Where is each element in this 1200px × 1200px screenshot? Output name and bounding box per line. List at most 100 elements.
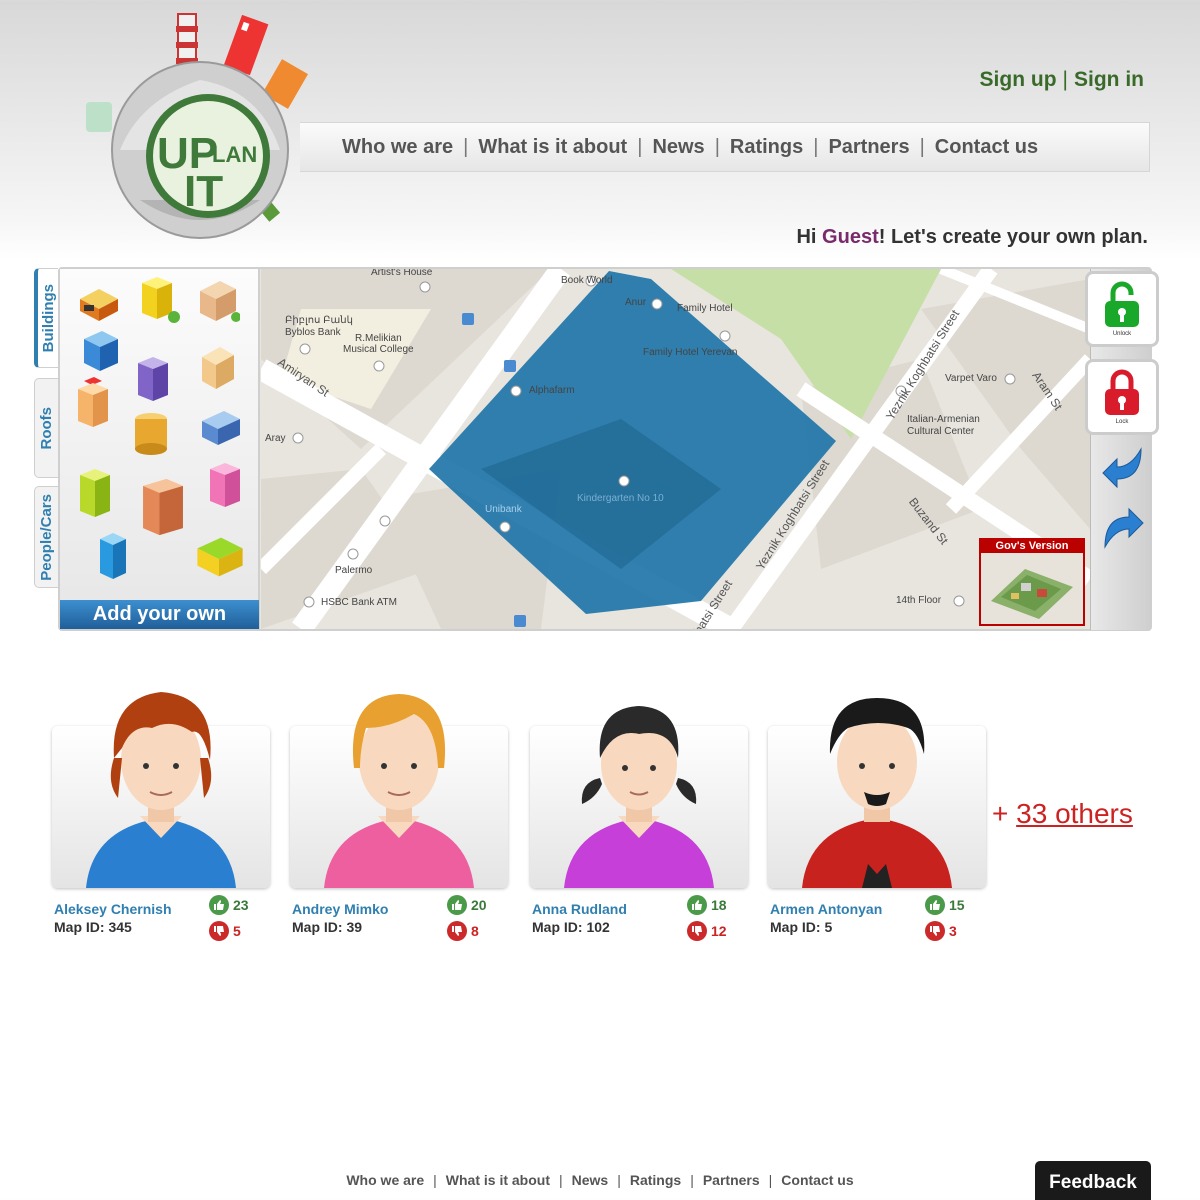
others-count[interactable]: 33 others [1016, 798, 1133, 829]
purple-tower-icon[interactable] [130, 353, 176, 405]
avatar-male-red-hair-icon [86, 692, 236, 888]
feedback-button[interactable]: Feedback [1035, 1161, 1151, 1200]
thumbs-up-icon [447, 895, 467, 915]
red-roof-tower-icon[interactable] [70, 377, 116, 429]
tab-roofs[interactable]: Roofs [34, 378, 58, 478]
user-avatar[interactable] [530, 706, 748, 888]
footer-link-news[interactable]: News | [572, 1172, 630, 1188]
logo-text-lan: LAN [212, 142, 257, 167]
map-label-book-world: Book World [561, 275, 613, 286]
others-link[interactable]: + 33 others [992, 798, 1133, 830]
map-label-musical-college: Musical College [343, 344, 414, 355]
likes-count[interactable]: 15 [925, 895, 965, 915]
yellow-office-icon[interactable] [134, 273, 180, 325]
lock-button[interactable]: Lock [1085, 359, 1159, 435]
beige-house-icon[interactable] [194, 275, 240, 327]
dislikes-count[interactable]: 12 [687, 921, 727, 941]
nav-item-what-is-it-about[interactable]: What is it about | [478, 136, 652, 159]
map-label-palermo: Palermo [335, 565, 373, 576]
likes-count[interactable]: 18 [687, 895, 727, 915]
user-name[interactable]: Aleksey Chernish [54, 901, 172, 917]
map-canvas [261, 269, 1090, 629]
guest-name: Guest [822, 226, 879, 248]
avatar-male-blond-hair-icon [324, 694, 474, 888]
dislikes-count[interactable]: 8 [447, 921, 479, 941]
user-avatar[interactable] [768, 698, 986, 888]
user-name[interactable]: Armen Antonyan [770, 901, 882, 917]
map-label-family-hotel-yerevan: Family Hotel Yerevan [643, 347, 738, 358]
sign-in-link[interactable]: Sign in [1074, 68, 1144, 91]
footer-link-contact-us[interactable]: Contact us [781, 1172, 853, 1188]
footer-link-ratings[interactable]: Ratings | [630, 1172, 703, 1188]
tab-people-cars[interactable]: People/Cars [34, 486, 58, 588]
map-label-cultural-center: Cultural Center [907, 426, 975, 437]
unlock-button[interactable]: Unlock [1085, 271, 1159, 347]
sign-up-link[interactable]: Sign up [980, 68, 1057, 91]
pink-tower-icon[interactable] [202, 459, 248, 511]
green-tower-icon[interactable] [72, 467, 118, 519]
map-label-hsbc: HSBC Bank ATM [321, 597, 397, 608]
footer-link-who-we-are[interactable]: Who we are | [346, 1172, 445, 1188]
map-label-family-hotel: Family Hotel [677, 303, 733, 314]
dislikes-count[interactable]: 5 [209, 921, 241, 941]
nav-item-partners[interactable]: Partners | [828, 136, 934, 159]
map-label-unibank: Unibank [485, 504, 522, 515]
auth-separator: | [1062, 68, 1068, 91]
greeting: Hi Guest! Let's create your own plan. [796, 226, 1148, 248]
map-label-artists-house: Artist's House [371, 269, 433, 278]
city-map[interactable]: Artist's House Book World Anur Family Ho… [261, 269, 1090, 629]
blue-tower-icon[interactable] [78, 325, 124, 377]
user-card[interactable]: Anna Rudland Map ID: 102 18 12 [530, 688, 748, 958]
main-nav: Who we are | What is it about | News | Rati… [300, 122, 1150, 172]
user-card[interactable]: Andrey Mimko Map ID: 39 20 8 [290, 688, 508, 958]
redo-arrow-icon[interactable] [1101, 507, 1145, 551]
nav-item-ratings[interactable]: Ratings | [730, 136, 829, 159]
building-palette [60, 269, 260, 629]
thumbs-down-icon [447, 921, 467, 941]
gov-version-thumbnail[interactable]: Gov's Version [979, 538, 1085, 626]
blue-office-icon[interactable] [198, 401, 244, 453]
nav-item-news[interactable]: News | [652, 136, 729, 159]
map-label-aray: Aray [265, 433, 286, 444]
map-label-byblos: Byblos Bank [285, 327, 341, 338]
user-name[interactable]: Anna Rudland [532, 901, 627, 917]
tab-buildings[interactable]: Buildings [34, 268, 58, 368]
footer-link-what-is-it-about[interactable]: What is it about | [446, 1172, 572, 1188]
footer-link-partners[interactable]: Partners | [703, 1172, 781, 1188]
map-label-varpet-varo: Varpet Varo [945, 373, 997, 384]
map-label-14th-floor: 14th Floor [896, 595, 942, 606]
map-controls: Unlock Lock [1085, 269, 1159, 630]
likes-count[interactable]: 23 [209, 895, 249, 915]
shop-building-icon[interactable] [192, 529, 248, 585]
garage-building-icon[interactable] [76, 275, 122, 327]
auth-links: Sign up | Sign in [980, 68, 1144, 92]
unlock-caption: Unlock [1112, 331, 1132, 337]
user-card[interactable]: Aleksey Chernish Map ID: 345 23 5 [52, 688, 270, 958]
tan-apartment-icon[interactable] [194, 341, 240, 393]
user-card[interactable]: Armen Antonyan Map ID: 5 15 3 [768, 688, 986, 958]
cyan-tower-icon[interactable] [90, 531, 136, 583]
thumbs-up-icon [209, 895, 229, 915]
avatar-female-pigtails-icon [564, 706, 714, 888]
thumbs-down-icon [925, 921, 945, 941]
user-name[interactable]: Andrey Mimko [292, 901, 388, 917]
nav-item-who-we-are[interactable]: Who we are | [342, 136, 478, 159]
add-your-own-button[interactable]: Add your own [60, 600, 259, 629]
user-map-id: Map ID: 345 [54, 919, 132, 935]
user-avatar[interactable] [290, 694, 508, 888]
map-label-kindergarten: Kindergarten No 10 [577, 493, 664, 504]
dislikes-count[interactable]: 3 [925, 921, 957, 941]
palette-tabs: Buildings Roofs People/Cars [34, 268, 60, 590]
uplanit-logo[interactable]: UP LAN IT [80, 10, 320, 250]
user-avatar[interactable] [52, 692, 270, 888]
unlock-icon [1105, 281, 1139, 327]
thumbs-down-icon [687, 921, 707, 941]
gov-version-label: Gov's Version [981, 540, 1083, 553]
brick-skyscraper-icon[interactable] [136, 467, 190, 547]
nav-item-contact-us[interactable]: Contact us [935, 136, 1038, 159]
likes-count[interactable]: 20 [447, 895, 487, 915]
footer-nav: Who we are | What is it about | News | Rati… [0, 1172, 1200, 1188]
thumbs-down-icon [209, 921, 229, 941]
round-tower-icon[interactable] [128, 407, 174, 459]
undo-arrow-icon[interactable] [1101, 445, 1145, 489]
